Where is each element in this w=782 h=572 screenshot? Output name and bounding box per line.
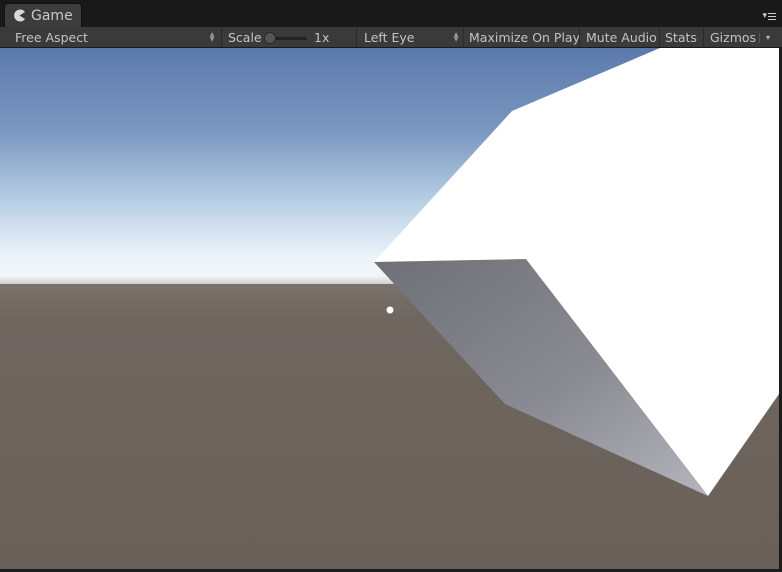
game-window: Game ▾ Free Aspect ▲ ▼ Scale 1x Left Eye … <box>0 0 782 572</box>
stats-label: Stats <box>665 29 697 45</box>
tab-title: Game <box>31 7 73 24</box>
aspect-dropdown-label: Free Aspect <box>15 29 88 45</box>
updown-arrows-icon: ▲ ▼ <box>453 31 459 43</box>
tab-game[interactable]: Game <box>4 3 82 27</box>
maximize-on-play-toggle[interactable]: Maximize On Play <box>464 27 580 47</box>
scale-control: Scale 1x <box>222 27 356 47</box>
scale-value: 1x <box>314 29 330 45</box>
tab-strip: Game ▾ <box>0 0 782 27</box>
panel-menu-icon[interactable]: ▾ <box>758 10 776 22</box>
pacman-game-icon <box>12 9 26 23</box>
toolbar-divider <box>759 33 760 43</box>
game-toolbar: Free Aspect ▲ ▼ Scale 1x Left Eye ▲ ▼ Maxi… <box>0 27 782 48</box>
scale-label: Scale <box>228 29 262 45</box>
eye-dropdown-label: Left Eye <box>364 29 415 45</box>
gizmos-label: Gizmos <box>710 29 757 45</box>
eye-dropdown[interactable]: Left Eye ▲ ▼ <box>357 27 463 47</box>
scale-slider-knob[interactable] <box>264 32 276 44</box>
mute-audio-label: Mute Audio <box>586 29 657 45</box>
mute-audio-toggle[interactable]: Mute Audio <box>580 27 659 47</box>
gaze-reticle <box>386 306 394 314</box>
gizmos-toggle[interactable]: Gizmos <box>704 27 760 47</box>
scene-render <box>0 48 779 569</box>
game-viewport[interactable] <box>0 48 779 569</box>
gizmos-dropdown-arrow-icon[interactable]: ▾ <box>761 27 775 47</box>
maximize-on-play-label: Maximize On Play <box>469 29 580 45</box>
updown-arrows-icon: ▲ ▼ <box>209 31 215 43</box>
stats-toggle[interactable]: Stats <box>660 27 703 47</box>
aspect-dropdown[interactable]: Free Aspect ▲ ▼ <box>0 27 221 47</box>
